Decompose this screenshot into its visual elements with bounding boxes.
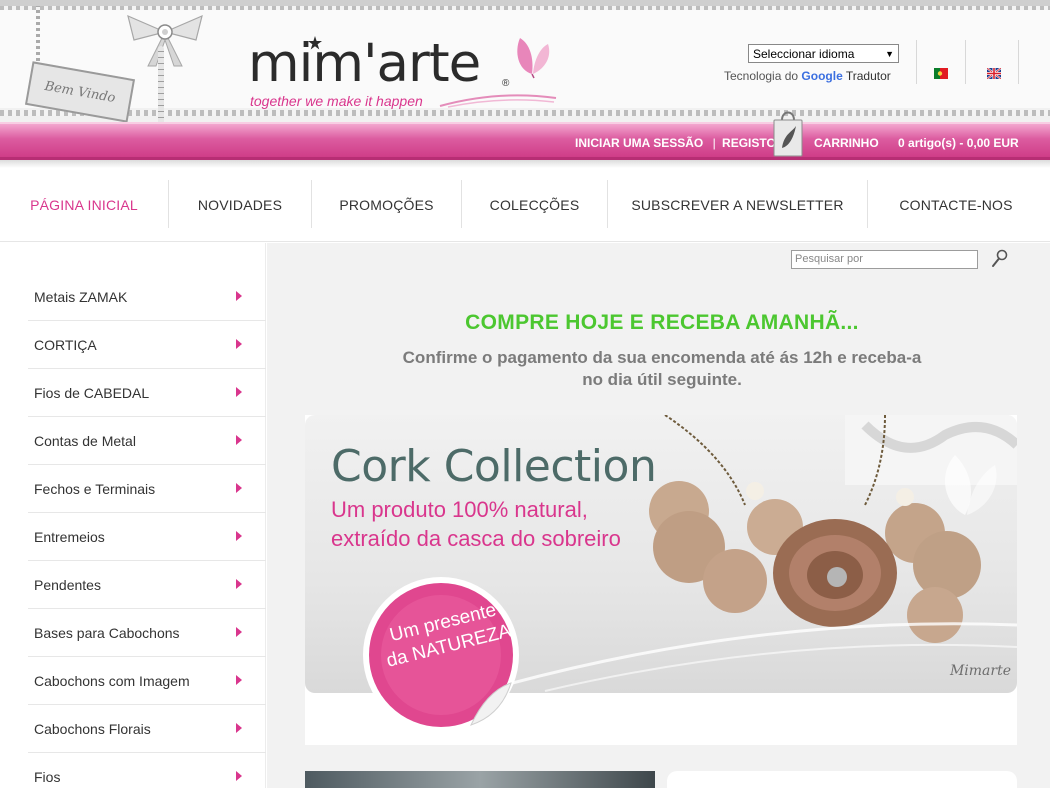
sidebar-item-cabochons-com-imagem[interactable]: Cabochons com Imagem bbox=[28, 657, 266, 705]
nav-item-promocoes[interactable]: PROMOÇÕES bbox=[312, 168, 461, 242]
ribbon-bow-icon bbox=[127, 14, 203, 67]
banner-tagline-line1: Um produto 100% natural, bbox=[331, 497, 588, 522]
chevron-right-icon bbox=[236, 627, 242, 637]
promo-subtitle-line2: no dia útil seguinte. bbox=[582, 370, 742, 389]
site-header: Bem Vindo mim'arte ® together we make it… bbox=[0, 0, 1050, 122]
promo-subtitle-line1: Confirme o pagamento da sua encomenda at… bbox=[402, 348, 922, 367]
sidebar-item-metais-zamak[interactable]: Metais ZAMAK bbox=[28, 273, 266, 321]
nav-item-contact[interactable]: CONTACTE-NOS bbox=[868, 168, 1044, 242]
banner-card: Cork Collection Um produto 100% natural,… bbox=[305, 415, 1017, 745]
sidebar-item-fechos-e-terminais[interactable]: Fechos e Terminais bbox=[28, 465, 266, 513]
bar-shadow bbox=[0, 160, 1050, 168]
sidebar-item-label: Cabochons com Imagem bbox=[34, 672, 190, 689]
google-logo-text: Google bbox=[801, 69, 843, 83]
main-content: Pesquisar por COMPRE HOJE E RECEBA AMANH… bbox=[267, 243, 1050, 788]
sidebar-item-entremeios[interactable]: Entremeios bbox=[28, 513, 266, 561]
cart-label: CARRINHO bbox=[814, 136, 879, 150]
pearl-string-decoration bbox=[158, 46, 164, 122]
sidebar-item-label: CORTIÇA bbox=[34, 336, 97, 353]
divider bbox=[1018, 40, 1019, 84]
banner-tagline-line2: extraído da casca do sobreiro bbox=[331, 526, 621, 551]
powered-by-prefix: Tecnologia do bbox=[724, 69, 799, 83]
sidebar-item-contas-de-metal[interactable]: Contas de Metal bbox=[28, 417, 266, 465]
chevron-right-icon bbox=[236, 771, 242, 781]
nav-item-coleccoes[interactable]: COLECÇÕES bbox=[462, 168, 607, 242]
divider bbox=[965, 40, 966, 84]
chevron-right-icon bbox=[236, 435, 242, 445]
promo-subtitle: Confirme o pagamento da sua encomenda at… bbox=[367, 347, 957, 391]
search-icon[interactable] bbox=[991, 249, 1009, 269]
sidebar-item-label: Fechos e Terminais bbox=[34, 480, 156, 497]
portugal-flag-icon[interactable] bbox=[934, 68, 948, 79]
account-cart-bar: INICIAR UMA SESSÃO | REGISTO CARRINHO 0 … bbox=[0, 111, 1050, 160]
logo-tagline: together we make it happen bbox=[250, 93, 423, 109]
sidebar-item-label: Cabochons Florais bbox=[34, 720, 151, 737]
uk-flag-icon[interactable] bbox=[987, 68, 1001, 79]
language-select-value: Seleccionar idioma bbox=[753, 46, 855, 61]
dropdown-arrow-icon: ▼ bbox=[885, 48, 894, 59]
promo-title: COMPRE HOJE E RECEBA AMANHÃ... bbox=[465, 311, 859, 334]
shopping-bag-icon[interactable] bbox=[770, 106, 806, 158]
banner-signature: Mimarte bbox=[949, 663, 1011, 679]
nav-item-home[interactable]: PÁGINA INICIAL bbox=[0, 168, 168, 242]
chevron-right-icon bbox=[236, 387, 242, 397]
chevron-right-icon bbox=[236, 723, 242, 733]
category-sidebar: Metais ZAMAK CORTIÇA Fios de CABEDAL Con… bbox=[28, 243, 266, 788]
chevron-right-icon bbox=[236, 675, 242, 685]
divider bbox=[916, 40, 917, 84]
register-link[interactable]: REGISTO bbox=[722, 136, 776, 150]
logo-swoosh-icon bbox=[439, 94, 557, 108]
chevron-right-icon bbox=[236, 483, 242, 493]
banner-title: Cork Collection bbox=[331, 441, 657, 492]
search-input[interactable]: Pesquisar por bbox=[791, 250, 978, 269]
star-icon bbox=[308, 36, 322, 50]
sidebar-item-fios[interactable]: Fios bbox=[28, 753, 266, 788]
sidebar-item-cortica[interactable]: CORTIÇA bbox=[28, 321, 266, 369]
account-links: INICIAR UMA SESSÃO | REGISTO bbox=[575, 136, 776, 150]
cart-amount: 0 artigo(s) - 0,00 EUR bbox=[898, 136, 1019, 150]
powered-by-suffix: Tradutor bbox=[845, 69, 891, 83]
chevron-right-icon bbox=[236, 579, 242, 589]
sidebar-item-label: Fios bbox=[34, 768, 61, 785]
nav-item-newsletter[interactable]: SUBSCREVER A NEWSLETTER bbox=[608, 168, 867, 242]
language-select[interactable]: Seleccionar idioma ▼ bbox=[748, 44, 899, 63]
sidebar-item-label: Bases para Cabochons bbox=[34, 624, 180, 641]
sidebar-item-label: Entremeios bbox=[34, 528, 105, 545]
account-links-divider: | bbox=[712, 136, 716, 150]
butterfly-icon bbox=[517, 38, 550, 79]
sidebar-item-cabochons-florais[interactable]: Cabochons Florais bbox=[28, 705, 266, 753]
nav-item-novidades[interactable]: NOVIDADES bbox=[169, 168, 311, 242]
main-navigation: PÁGINA INICIAL NOVIDADES PROMOÇÕES COLEC… bbox=[0, 168, 1050, 242]
sidebar-item-label: Pendentes bbox=[34, 576, 101, 593]
logo-registered-mark: ® bbox=[502, 78, 510, 89]
product-thumbnail[interactable] bbox=[305, 771, 655, 788]
sidebar-item-pendentes[interactable]: Pendentes bbox=[28, 561, 266, 609]
banner-tagline: Um produto 100% natural, extraído da cas… bbox=[331, 495, 621, 553]
chevron-right-icon bbox=[236, 531, 242, 541]
content-card bbox=[667, 771, 1017, 788]
sidebar-item-fios-de-cabedal[interactable]: Fios de CABEDAL bbox=[28, 369, 266, 417]
sidebar-item-bases-para-cabochons[interactable]: Bases para Cabochons bbox=[28, 609, 266, 657]
sidebar-item-label: Contas de Metal bbox=[34, 432, 136, 449]
login-link[interactable]: INICIAR UMA SESSÃO bbox=[575, 136, 703, 150]
chevron-right-icon bbox=[236, 339, 242, 349]
sidebar-item-label: Fios de CABEDAL bbox=[34, 384, 150, 401]
welcome-tag-text: Bem Vindo bbox=[43, 78, 117, 106]
sidebar-item-label: Metais ZAMAK bbox=[34, 288, 128, 305]
cart-summary[interactable]: CARRINHO 0 artigo(s) - 0,00 EUR bbox=[814, 136, 1019, 150]
chevron-right-icon bbox=[236, 291, 242, 301]
powered-by-google[interactable]: Tecnologia do Google Tradutor bbox=[724, 69, 891, 83]
